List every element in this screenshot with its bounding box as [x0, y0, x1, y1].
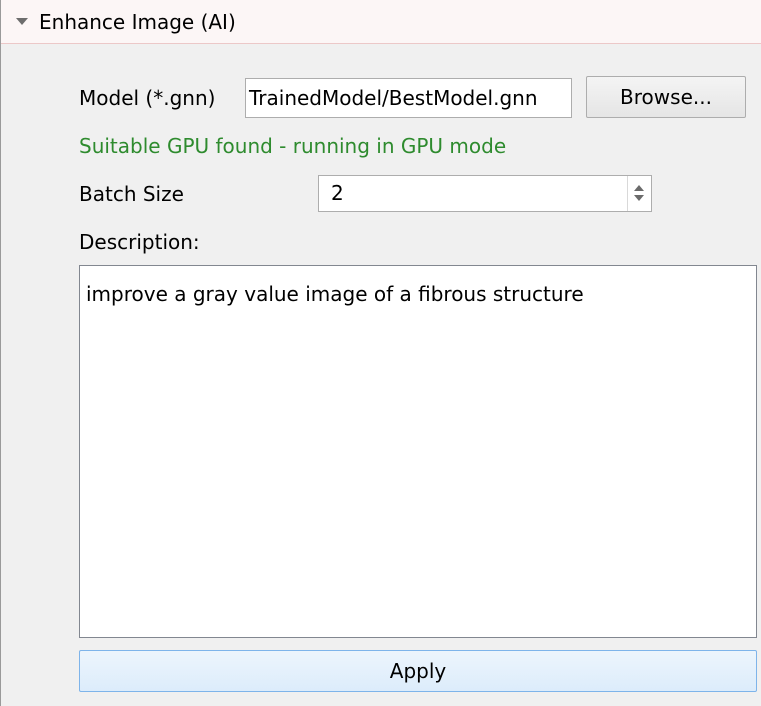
batch-size-value[interactable]: 2	[331, 180, 344, 206]
section-title: Enhance Image (AI)	[39, 10, 236, 34]
description-textarea[interactable]: improve a gray value image of a fibrous …	[79, 265, 757, 638]
panel-border	[0, 0, 1, 706]
batch-size-spinbox[interactable]: 2	[318, 175, 652, 212]
model-path-input[interactable]: TrainedModel/BestModel.gnn	[245, 78, 572, 118]
spin-up-icon[interactable]	[634, 185, 644, 191]
enhance-image-panel: Enhance Image (AI) Model (*.gnn) Trained…	[0, 0, 761, 706]
description-label: Description:	[79, 230, 200, 254]
spin-buttons[interactable]	[627, 176, 651, 211]
section-header[interactable]: Enhance Image (AI)	[1, 0, 761, 44]
apply-button[interactable]: Apply	[79, 650, 757, 692]
model-label: Model (*.gnn)	[79, 86, 216, 110]
description-text: improve a gray value image of a fibrous …	[86, 282, 584, 306]
gpu-status-text: Suitable GPU found - running in GPU mode	[79, 134, 507, 158]
collapse-arrow-icon[interactable]	[16, 18, 28, 25]
browse-button[interactable]: Browse...	[586, 76, 746, 118]
spin-down-icon[interactable]	[634, 195, 644, 201]
batch-size-label: Batch Size	[79, 182, 184, 206]
